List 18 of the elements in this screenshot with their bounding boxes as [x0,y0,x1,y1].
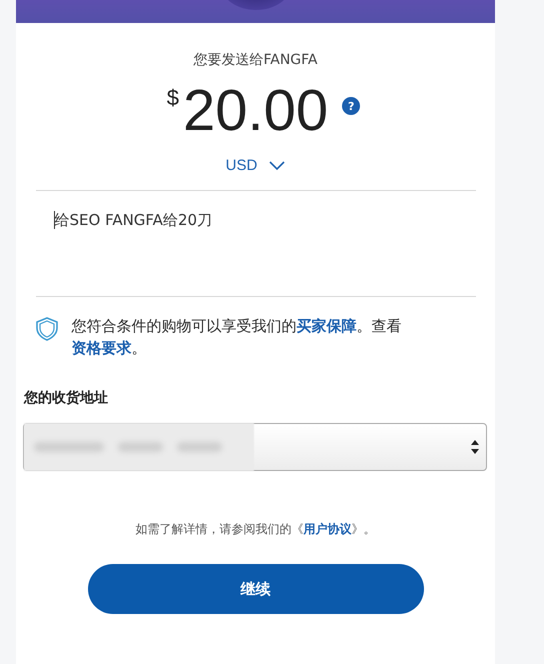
note-field[interactable]: 给SEO FANGFA给20刀 [36,190,476,297]
help-button[interactable]: ? [342,97,360,115]
protection-text: 您符合条件的购物可以享受我们的买家保障。查看 资格要求。 [72,316,402,359]
user-agreement-link[interactable]: 用户协议 [304,522,352,536]
note-text: 给SEO FANGFA给20刀 [54,211,212,230]
amount-text: 20.00 [183,81,328,141]
address-select[interactable] [23,423,487,471]
agreement-text: 如需了解详情，请参阅我们的《用户协议》。 [136,521,376,538]
updown-arrows-icon [470,439,480,455]
recipient-text: 您要发送给FANGFA [193,51,318,69]
shield-icon [36,317,58,341]
currency-symbol: $ [166,85,180,111]
shipping-label: 您的收货地址 [24,389,108,407]
chevron-down-icon [269,160,286,170]
continue-button[interactable]: 继续 [88,564,424,614]
link[interactable]: 资格要求 [72,339,132,357]
link[interactable]: 买家保障 [296,317,356,335]
currency-dropdown[interactable]: USD [222,155,290,176]
